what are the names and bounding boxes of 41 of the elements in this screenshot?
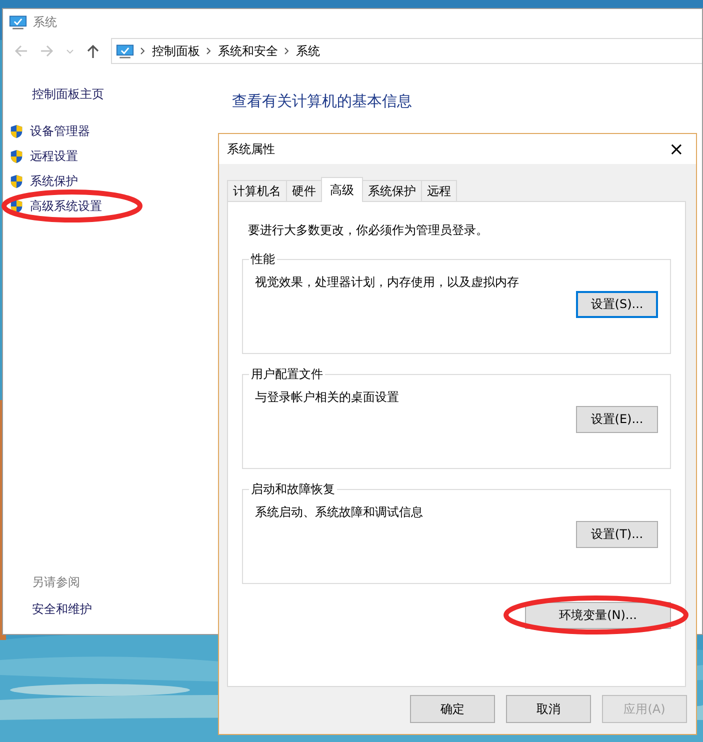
group-title: 用户配置文件 — [250, 366, 324, 383]
shield-icon — [9, 174, 24, 189]
page-heading: 查看有关计算机的基本信息 — [232, 92, 413, 111]
notice-text: 要进行大多数更改，你必须作为管理员登录。 — [248, 222, 489, 239]
group-title: 性能 — [250, 251, 276, 268]
settings-button[interactable]: 设置(E)... — [576, 406, 658, 433]
sidebar-link[interactable]: 控制面板主页 — [32, 86, 224, 103]
back-icon[interactable] — [13, 43, 29, 59]
group-title: 启动和故障恢复 — [250, 481, 336, 498]
address-bar[interactable]: 控制面板 系统和安全 系统 — [111, 38, 702, 64]
dialog-button[interactable]: 取消 — [506, 695, 591, 723]
sidebar-link[interactable]: 系统保护 — [30, 173, 78, 190]
chevron-icon — [284, 47, 290, 55]
shield-icon — [9, 124, 24, 139]
settings-button[interactable]: 设置(S)... — [576, 291, 658, 318]
breadcrumb[interactable]: 控制面板 — [152, 42, 200, 60]
breadcrumb[interactable]: 系统和安全 — [218, 42, 278, 60]
up-icon[interactable] — [85, 43, 101, 59]
tab[interactable]: 计算机名 — [227, 180, 287, 201]
chevron-icon — [140, 47, 146, 55]
group-description: 系统启动、系统故障和调试信息 — [255, 504, 424, 521]
shield-icon — [9, 199, 24, 214]
computer-icon — [116, 44, 134, 58]
shield-icon — [9, 149, 24, 164]
tab[interactable]: 高级 — [321, 177, 363, 202]
settings-button[interactable]: 设置(T)... — [576, 521, 658, 548]
section-heading: 另请参阅 — [32, 574, 81, 591]
sidebar-link[interactable]: 设备管理器 — [30, 123, 90, 140]
group-description: 与登录帐户相关的桌面设置 — [255, 389, 400, 406]
computer-icon — [9, 15, 27, 30]
window-title: 系统 — [33, 14, 57, 31]
environment-variables-button[interactable]: 环境变量(N)... — [525, 602, 671, 629]
tab[interactable]: 远程 — [421, 180, 457, 201]
close-button[interactable]: × — [664, 138, 688, 160]
dialog-button[interactable]: 确定 — [410, 695, 495, 723]
breadcrumb[interactable]: 系统 — [296, 42, 320, 60]
dialog-title: 系统属性 — [227, 140, 275, 158]
group-description: 视觉效果，处理器计划，内存使用，以及虚拟内存 — [255, 274, 520, 291]
chevron-icon — [206, 47, 212, 55]
forward-icon[interactable] — [39, 43, 55, 59]
sidebar-link[interactable]: 远程设置 — [30, 148, 78, 165]
